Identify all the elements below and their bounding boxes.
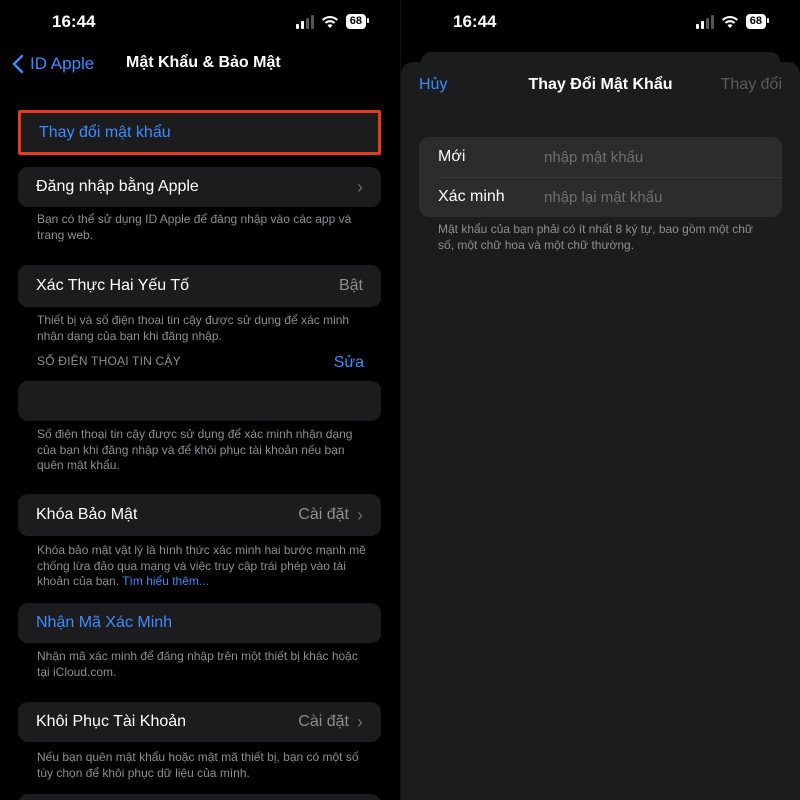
get-verification-code-label: Nhận Mã Xác Minh [36,614,173,631]
back-button[interactable]: ID Apple [12,54,94,74]
trusted-numbers-note: Số điện thoại tin cậy được sử dụng để xá… [37,427,353,472]
verify-password-input[interactable] [544,188,744,206]
sign-in-with-apple-row[interactable]: Đăng nhập bằng Apple › [18,167,381,207]
two-factor-label: Xác Thực Hai Yếu Tố [36,277,190,294]
two-factor-status: Bật [338,277,363,294]
security-keys-label: Khóa Bảo Mật [36,506,138,523]
battery-icon: 68 [345,14,370,29]
edit-button[interactable]: Sửa [334,354,364,372]
two-factor-row[interactable]: Xác Thực Hai Yếu Tố Bật [18,265,381,307]
learn-more-link[interactable]: Tìm hiểu thêm... [122,574,209,588]
account-recovery-row[interactable]: Khôi Phục Tài Khoản Cài đặt › [18,702,381,742]
verify-password-label: Xác minh [438,188,505,205]
trusted-phone-row[interactable] [18,381,381,421]
chevron-left-icon [12,55,24,73]
change-password-button[interactable]: Thay đổi mật khẩu [18,110,381,155]
account-recovery-label: Khôi Phục Tài Khoản [36,713,187,730]
chevron-right-icon: › [357,176,363,197]
new-password-input[interactable] [544,148,744,166]
two-factor-note: Thiết bị và số điện thoại tin cậy được s… [37,313,350,343]
verification-code-note: Nhận mã xác minh để đăng nhập trên một t… [37,649,358,679]
password-form: Mới Xác minh [419,137,782,217]
password-requirements-note: Mật khẩu của bạn phải có ít nhất 8 ký tự… [438,222,753,252]
back-label: ID Apple [30,54,95,73]
new-password-row: Mới [419,137,782,177]
new-password-label: Mới [438,148,466,165]
get-verification-code-button[interactable]: Nhận Mã Xác Minh [18,603,381,643]
security-keys-note: Khóa bảo mật vật lý là hình thức xác min… [37,543,367,590]
security-keys-row[interactable]: Khóa Bảo Mật Cài đặt › [18,494,381,536]
verify-password-row: Xác minh [419,177,782,217]
change-password-label: Thay đổi mật khẩu [39,123,171,141]
wifi-icon [321,15,338,28]
battery-icon: 68 [745,14,770,29]
wifi-icon [721,15,738,28]
page-title: Mật Khẩu & Bảo Mật [126,54,281,71]
change-button[interactable]: Thay đổi [721,76,782,94]
next-row[interactable] [18,794,381,800]
status-bar: 16:44 68 [0,10,400,36]
security-keys-value: Cài đặt [298,506,349,523]
status-time: 16:44 [453,12,497,31]
sign-in-with-apple-label: Đăng nhập bằng Apple [36,178,199,195]
security-settings-screen: 16:44 68 ID Apple Mật Khẩu & Bảo Mật Tha… [0,0,400,800]
change-password-screen: 16:44 68 Hủy Thay Đổi Mật Khẩu Thay đổi … [400,0,800,800]
sign-in-note: Bạn có thể sử dụng ID Apple để đăng nhập… [37,212,352,242]
status-time: 16:44 [52,12,96,31]
sheet-nav-bar: Hủy Thay Đổi Mật Khẩu Thay đổi [401,76,800,98]
status-bar: 16:44 68 [401,10,800,36]
trusted-numbers-header: SỐ ĐIỆN THOẠI TIN CẬY [37,354,181,368]
change-password-sheet: Hủy Thay Đổi Mật Khẩu Thay đổi Mới Xác m… [401,62,800,800]
account-recovery-value: Cài đặt [298,713,349,730]
account-recovery-note: Nếu bạn quên mật khẩu hoặc mật mã thiết … [37,750,359,780]
chevron-right-icon: › [357,504,363,525]
nav-bar: ID Apple Mật Khẩu & Bảo Mật [0,50,400,78]
cellular-signal-icon [295,14,314,29]
cellular-signal-icon [695,14,714,29]
chevron-right-icon: › [357,711,363,732]
